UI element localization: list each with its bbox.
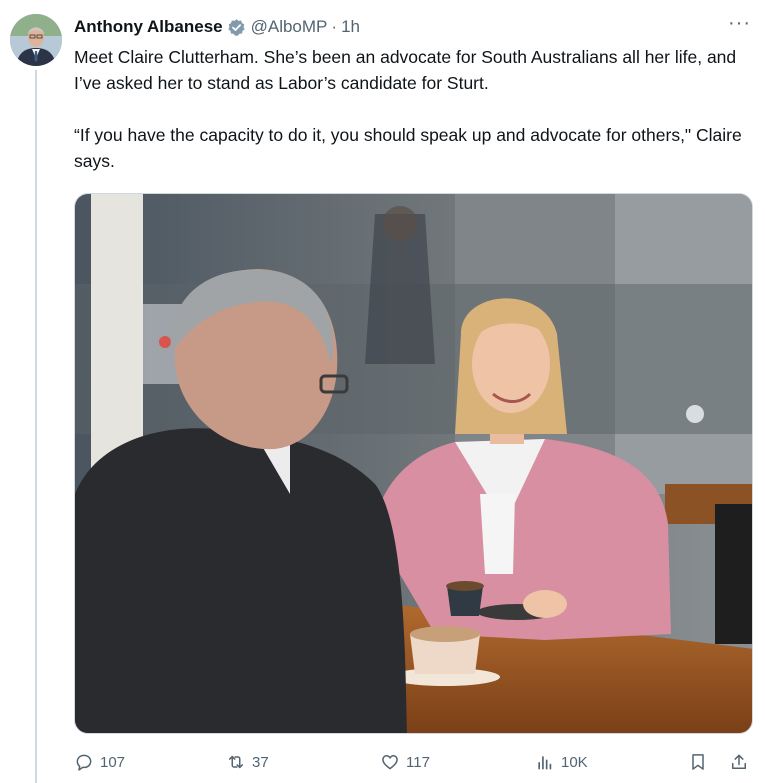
reply-icon (76, 754, 92, 771)
share-button[interactable] (729, 752, 749, 772)
author-avatar[interactable] (10, 14, 62, 66)
tweet-action-bar: 107 37 117 10K (74, 748, 754, 782)
views-count: 10K (561, 753, 588, 771)
avatar-image (10, 14, 62, 66)
more-options-button[interactable]: ··· (728, 12, 751, 35)
verified-badge-icon[interactable] (227, 18, 246, 37)
tweet-header: Anthony Albanese @AlboMP · 1h (74, 14, 751, 40)
repost-count: 37 (252, 753, 269, 771)
share-icon (732, 754, 746, 769)
meta-separator: · (331, 17, 338, 36)
author-name[interactable]: Anthony Albanese (74, 17, 223, 37)
tweet-paragraph: “If you have the capacity to do it, you … (74, 125, 742, 171)
tweet-paragraph: Meet Claire Clutterham. She’s been an ad… (74, 47, 737, 93)
bookmark-button[interactable] (688, 752, 708, 772)
reply-button[interactable]: 107 (74, 752, 125, 772)
tweet-text: Meet Claire Clutterham. She’s been an ad… (74, 44, 746, 174)
views-button[interactable]: 10K (535, 752, 588, 772)
photo-illustration (75, 194, 752, 733)
repost-icon (229, 755, 243, 769)
like-count: 117 (406, 753, 430, 771)
thread-line (35, 70, 37, 783)
heart-icon (382, 755, 398, 770)
tweet-photo[interactable] (74, 193, 753, 734)
like-button[interactable]: 117 (380, 752, 430, 772)
repost-button[interactable]: 37 (226, 752, 269, 772)
bookmark-icon (692, 754, 704, 770)
author-handle[interactable]: @AlboMP (251, 17, 328, 37)
reply-count: 107 (100, 753, 126, 771)
views-chart-icon (538, 756, 552, 770)
post-time[interactable]: 1h (341, 17, 360, 37)
